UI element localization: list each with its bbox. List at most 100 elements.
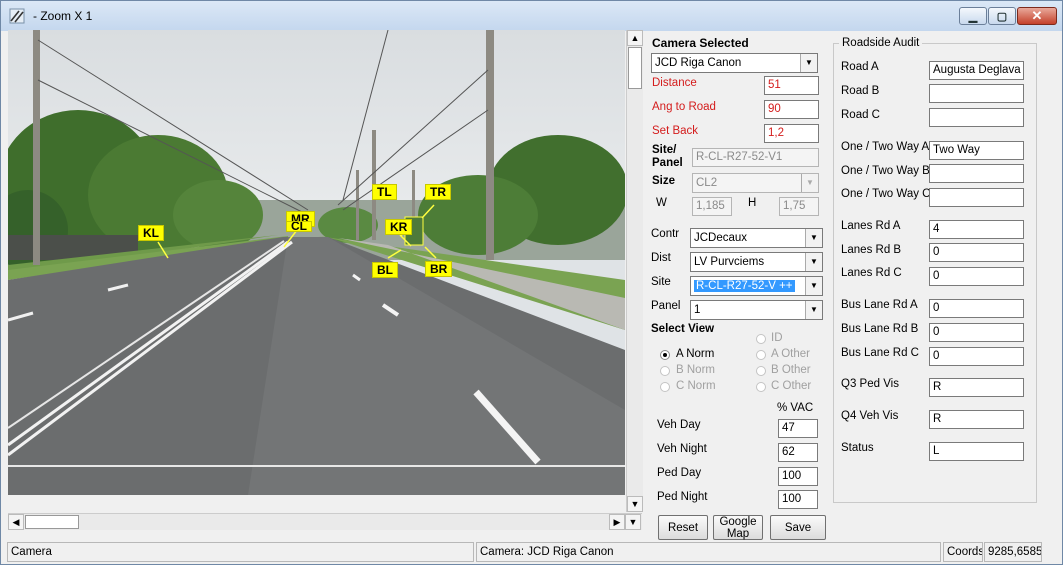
road-b-label: Road B xyxy=(841,85,880,97)
size-label: Size xyxy=(652,175,676,187)
horizontal-scroll-thumb[interactable] xyxy=(25,515,79,529)
status-label: Status xyxy=(841,442,874,454)
veh-night-label: Veh Night xyxy=(657,443,707,455)
panel-select[interactable]: 1 ▼ xyxy=(690,300,823,320)
size-select[interactable]: CL2 ▼ xyxy=(692,173,819,193)
way-b-field[interactable] xyxy=(929,164,1024,183)
radio-a-norm[interactable] xyxy=(660,350,670,360)
q3-ped-vis-field[interactable]: R xyxy=(929,378,1024,397)
scroll-left-icon[interactable]: ◀ xyxy=(8,514,24,530)
distance-field[interactable]: 51 xyxy=(764,76,819,95)
site-select[interactable]: R-CL-R27-52-V ++ ▼ xyxy=(690,276,823,296)
close-button[interactable]: ✕ xyxy=(1017,7,1057,25)
contr-select-value: JCDecaux xyxy=(694,232,748,244)
radio-c-norm[interactable] xyxy=(660,382,670,392)
size-select-value: CL2 xyxy=(696,177,718,189)
google-map-button[interactable]: Google Map xyxy=(713,515,763,540)
ped-night-label: Ped Night xyxy=(657,491,708,503)
road-b-field[interactable] xyxy=(929,84,1024,103)
save-button[interactable]: Save xyxy=(770,515,826,540)
statusbar-camera: Camera: JCD Riga Canon xyxy=(476,542,941,562)
way-a-label: One / Two Way A xyxy=(841,141,930,153)
camera-image-view[interactable]: KL MR CL TL TR KR BL BR xyxy=(8,30,625,495)
street-photo xyxy=(8,30,625,495)
w-field[interactable]: 1,185 xyxy=(692,197,732,216)
radio-a-other[interactable] xyxy=(756,350,766,360)
way-a-field[interactable]: Two Way xyxy=(929,141,1024,160)
radio-c-other-label: C Other xyxy=(771,380,812,392)
contr-select[interactable]: JCDecaux ▼ xyxy=(690,228,823,248)
title-bar[interactable]: - Zoom X 1 ▁ ▢ ✕ xyxy=(1,1,1062,31)
camera-select[interactable]: JCD Riga Canon ▼ xyxy=(651,53,818,73)
dist-select-value: LV Purvciems xyxy=(694,256,765,268)
lanes-a-label: Lanes Rd A xyxy=(841,220,901,232)
scroll-corner-down-icon[interactable]: ▼ xyxy=(625,514,641,530)
radio-c-other[interactable] xyxy=(756,382,766,392)
scroll-right-icon[interactable]: ▶ xyxy=(609,514,625,530)
scroll-down-icon[interactable]: ▼ xyxy=(627,496,643,512)
bus-a-field[interactable]: 0 xyxy=(929,299,1024,318)
chevron-down-icon[interactable]: ▼ xyxy=(801,174,818,192)
vertical-scroll-thumb[interactable] xyxy=(628,47,642,89)
veh-night-field[interactable]: 62 xyxy=(778,443,818,462)
set-back-label: Set Back xyxy=(652,125,699,137)
marker-kr[interactable]: KR xyxy=(385,219,413,235)
q4-veh-vis-label: Q4 Veh Vis xyxy=(841,410,899,422)
q4-veh-vis-field[interactable]: R xyxy=(929,410,1024,429)
maximize-icon: ▢ xyxy=(996,10,1008,23)
lanes-c-label: Lanes Rd C xyxy=(841,267,902,279)
site-panel-field[interactable]: R-CL-R27-52-V1 xyxy=(692,148,819,167)
dist-select[interactable]: LV Purvciems ▼ xyxy=(690,252,823,272)
radio-a-other-label: A Other xyxy=(771,348,810,360)
ang-to-road-field[interactable]: 90 xyxy=(764,100,819,119)
horizontal-scrollbar[interactable]: ◀ ▶ ▼ xyxy=(8,513,642,530)
scroll-up-icon[interactable]: ▲ xyxy=(627,30,643,46)
camera-select-value: JCD Riga Canon xyxy=(655,57,742,69)
vac-heading: % VAC xyxy=(777,402,814,414)
chevron-down-icon[interactable]: ▼ xyxy=(800,54,817,72)
h-field[interactable]: 1,75 xyxy=(779,197,819,216)
marker-bl[interactable]: BL xyxy=(372,262,398,278)
lanes-c-field[interactable]: 0 xyxy=(929,267,1024,286)
reset-button[interactable]: Reset xyxy=(658,515,708,540)
bus-c-label: Bus Lane Rd C xyxy=(841,347,919,359)
dist-label: Dist xyxy=(651,252,671,264)
ped-day-field[interactable]: 100 xyxy=(778,467,818,486)
radio-b-other-label: B Other xyxy=(771,364,811,376)
marker-tr[interactable]: TR xyxy=(425,184,451,200)
way-b-label: One / Two Way B xyxy=(841,165,930,177)
lanes-b-field[interactable]: 0 xyxy=(929,243,1024,262)
chevron-down-icon[interactable]: ▼ xyxy=(805,301,822,319)
bus-b-field[interactable]: 0 xyxy=(929,323,1024,342)
chevron-down-icon[interactable]: ▼ xyxy=(805,229,822,247)
marker-tl[interactable]: TL xyxy=(372,184,397,200)
radio-b-other[interactable] xyxy=(756,366,766,376)
lanes-b-label: Lanes Rd B xyxy=(841,244,902,256)
radio-id[interactable] xyxy=(756,334,766,344)
h-label: H xyxy=(748,197,757,209)
chevron-down-icon[interactable]: ▼ xyxy=(805,277,822,295)
maximize-button[interactable]: ▢ xyxy=(988,7,1016,25)
veh-day-field[interactable]: 47 xyxy=(778,419,818,438)
radio-b-norm[interactable] xyxy=(660,366,670,376)
window-title: - Zoom X 1 xyxy=(33,9,93,23)
marker-cl[interactable]: CL xyxy=(286,221,312,232)
minimize-button[interactable]: ▁ xyxy=(959,7,987,25)
marker-kl[interactable]: KL xyxy=(138,225,164,241)
distance-label: Distance xyxy=(652,77,697,89)
status-field[interactable]: L xyxy=(929,442,1024,461)
marker-br[interactable]: BR xyxy=(425,261,453,277)
statusbar-coords-label: Coords xyxy=(943,542,983,562)
set-back-field[interactable]: 1,2 xyxy=(764,124,819,143)
way-c-field[interactable] xyxy=(929,188,1024,207)
chevron-down-icon[interactable]: ▼ xyxy=(805,253,822,271)
road-a-field[interactable]: Augusta Deglava ie xyxy=(929,61,1024,80)
lanes-a-field[interactable]: 4 xyxy=(929,220,1024,239)
vertical-scrollbar[interactable]: ▲ ▼ xyxy=(626,30,643,512)
bus-c-field[interactable]: 0 xyxy=(929,347,1024,366)
bus-a-label: Bus Lane Rd A xyxy=(841,299,918,311)
ped-night-field[interactable]: 100 xyxy=(778,490,818,509)
panel-select-value: 1 xyxy=(694,304,701,316)
road-c-field[interactable] xyxy=(929,108,1024,127)
radio-id-label: ID xyxy=(771,332,783,344)
